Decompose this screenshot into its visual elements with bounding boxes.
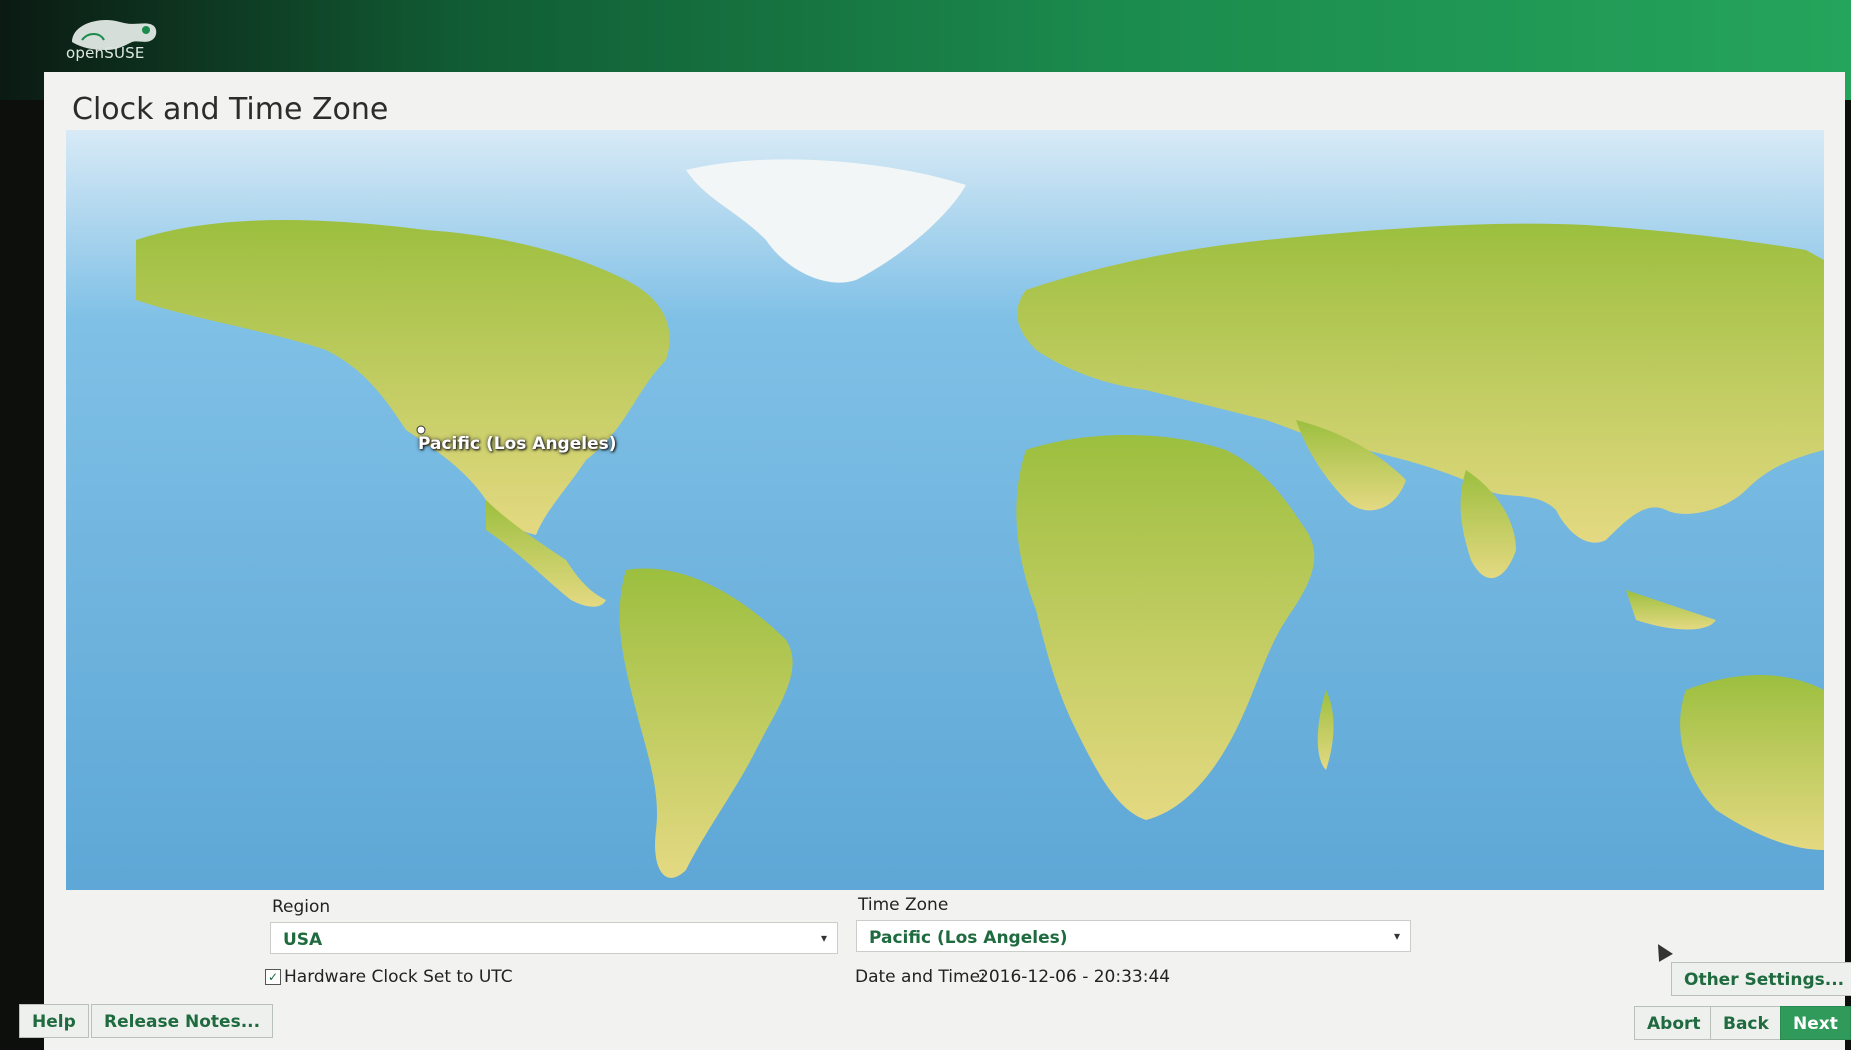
timezone-value: Pacific (Los Angeles) — [869, 928, 1068, 948]
timezone-select[interactable]: Pacific (Los Angeles) ▾ — [856, 920, 1411, 952]
help-button[interactable]: Help — [19, 1004, 89, 1038]
region-label: Region — [272, 897, 331, 917]
other-settings-button[interactable]: Other Settings... — [1671, 962, 1851, 996]
hardware-clock-checkbox[interactable]: ✓ — [265, 969, 281, 985]
dropdown-arrow-icon: ▾ — [1393, 929, 1400, 943]
dropdown-arrow-icon: ▾ — [820, 931, 827, 945]
next-button[interactable]: Next — [1780, 1006, 1851, 1040]
region-select[interactable]: USA ▾ — [270, 922, 838, 954]
back-button[interactable]: Back — [1710, 1006, 1782, 1040]
map-selected-zone-label: Pacific (Los Angeles) — [418, 434, 617, 454]
region-value: USA — [283, 930, 323, 950]
abort-button[interactable]: Abort — [1634, 1006, 1714, 1040]
page-title: Clock and Time Zone — [72, 92, 389, 127]
release-notes-button[interactable]: Release Notes... — [91, 1004, 274, 1038]
world-map[interactable] — [66, 130, 1824, 890]
logo-text: openSUSE — [66, 44, 145, 62]
timezone-label: Time Zone — [858, 895, 949, 915]
datetime-value: 2016-12-06 - 20:33:44 — [978, 967, 1171, 987]
datetime-label: Date and Time: — [855, 967, 986, 987]
hardware-clock-label[interactable]: Hardware Clock Set to UTC — [284, 967, 513, 987]
